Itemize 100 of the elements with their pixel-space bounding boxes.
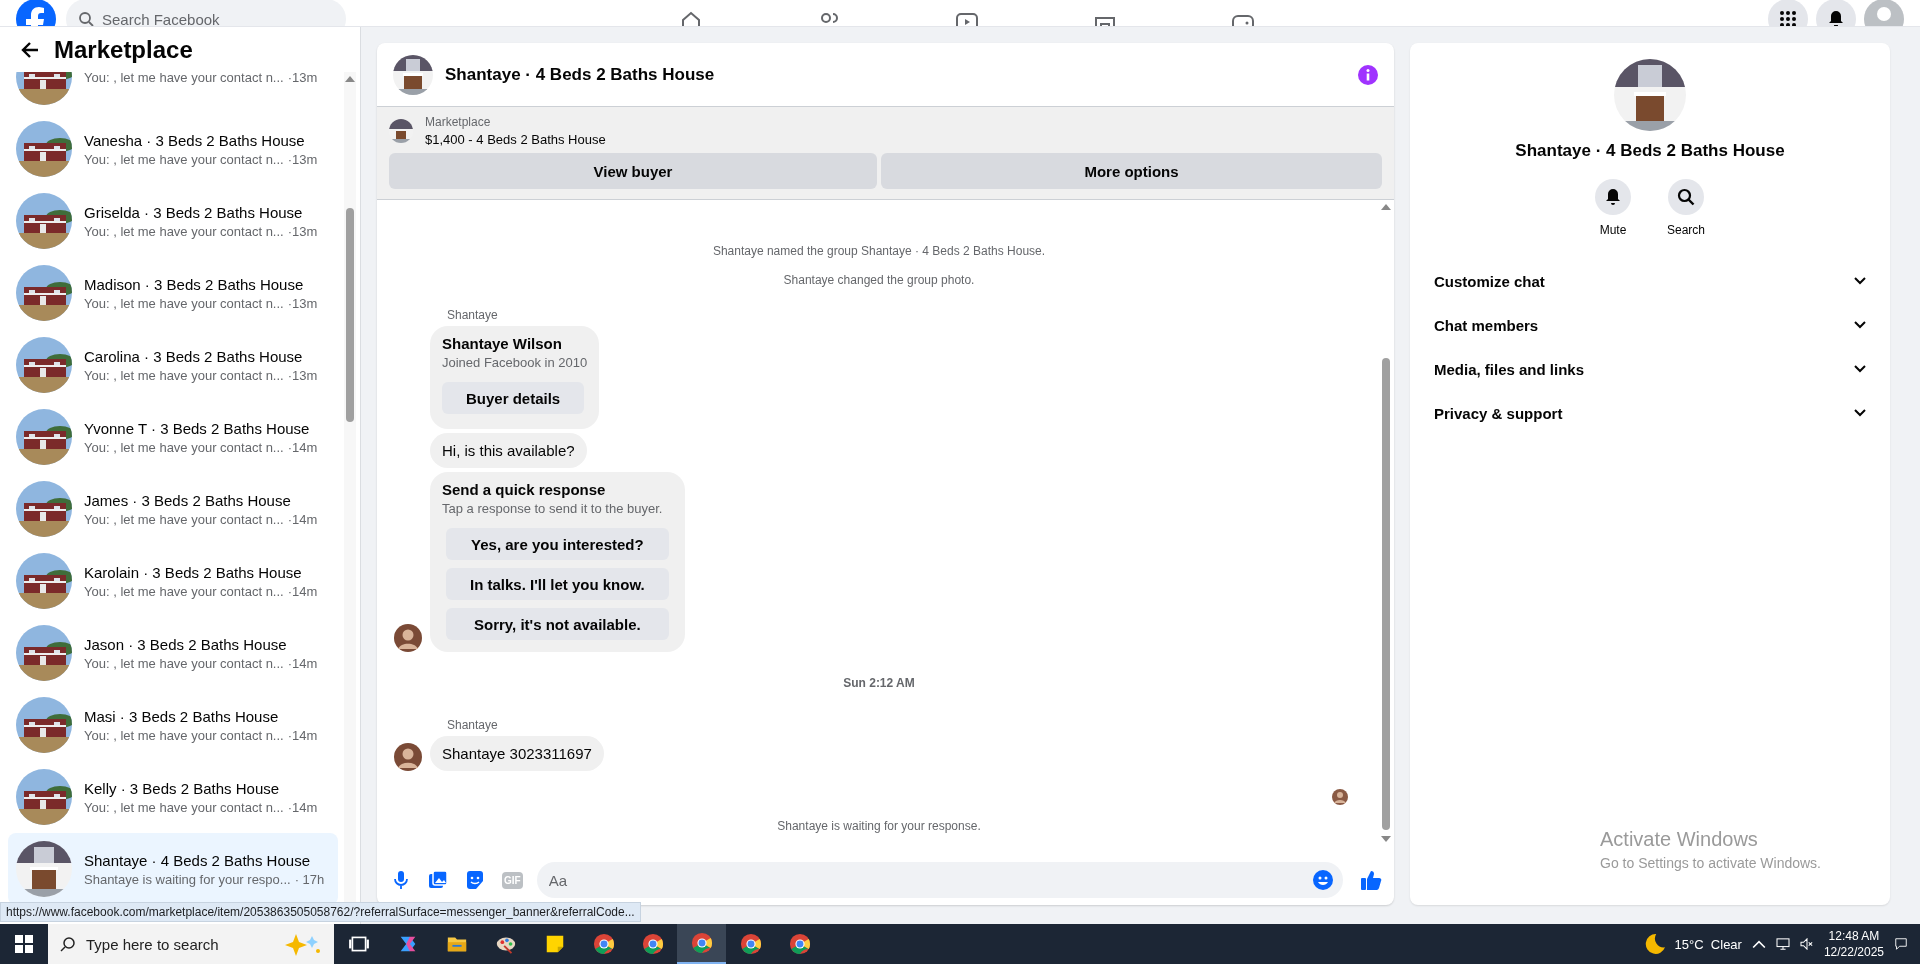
message-preview: You: , let me have your contact n... bbox=[84, 583, 284, 599]
conversation-title: Griselda · 3 Beds 2 Baths House bbox=[84, 203, 304, 221]
conversation-item[interactable]: James · 3 Beds 2 Baths House You: , let me have your contact n... ·14m bbox=[8, 473, 338, 545]
conversation-item[interactable]: Madison · 3 Beds 2 Baths House You: , let me have your contact n... ·13m bbox=[8, 257, 338, 329]
conversation-title: Kelly · 3 Beds 2 Baths House bbox=[84, 779, 281, 797]
sender-name: Shantaye bbox=[446, 718, 499, 732]
scroll-up-icon[interactable] bbox=[1381, 204, 1391, 210]
conversation-title: James · 3 Beds 2 Baths House bbox=[84, 491, 292, 509]
search-button[interactable] bbox=[1668, 179, 1704, 215]
info-icon[interactable] bbox=[1358, 64, 1378, 85]
conversation-item[interactable]: Yvonne T · 3 Beds 2 Baths House You: , let me have your contact n... ·14m bbox=[8, 401, 338, 473]
taskbar-search-field[interactable]: Type here to search bbox=[48, 924, 334, 964]
chrome-icon bbox=[788, 933, 811, 955]
timestamp: ·14m bbox=[287, 439, 318, 455]
system-message: Shantaye named the group Shantaye · 4 Beds 2 Baths House. bbox=[711, 244, 1047, 258]
section-row[interactable]: Media, files and links bbox=[1426, 347, 1874, 391]
avatar[interactable] bbox=[394, 743, 422, 771]
quick-response-button[interactable]: Sorry, it's not available. bbox=[446, 608, 669, 640]
sticker-icon[interactable] bbox=[465, 870, 485, 890]
timestamp: Sun 2:12 AM bbox=[842, 676, 916, 690]
buyer-details-button[interactable]: Buyer details bbox=[442, 382, 585, 414]
windows-start-icon[interactable] bbox=[15, 935, 33, 953]
message-bubble: Shantaye 3023311697 bbox=[430, 736, 604, 771]
bell-icon bbox=[1827, 10, 1845, 26]
conversation-item[interactable]: You: , let me have your contact n... ·13m bbox=[8, 72, 338, 113]
quick-response-button[interactable]: In talks. I'll let you know. bbox=[446, 568, 669, 600]
join-date: Joined Facebook in 2010 bbox=[442, 355, 588, 370]
system-message: Shantaye changed the group photo. bbox=[782, 273, 976, 287]
message-preview: You: , let me have your contact n... bbox=[84, 655, 284, 671]
activation-title: Activate Windows bbox=[1600, 828, 1759, 851]
seen-avatar bbox=[1332, 789, 1348, 805]
network-icon[interactable] bbox=[1775, 938, 1790, 950]
timestamp: ·14m bbox=[287, 799, 318, 815]
conversation-title: Yvonne T · 3 Beds 2 Baths House bbox=[84, 419, 311, 437]
timestamp: ·14m bbox=[287, 511, 318, 527]
chat-title: Shantaye · 4 Beds 2 Baths House bbox=[445, 64, 716, 85]
timestamp: ·14m bbox=[287, 727, 318, 743]
conversation-item[interactable]: Shantaye · 4 Beds 2 Baths House Shantaye is waiting for your respo... · 17h bbox=[8, 833, 338, 905]
activation-text: Go to Settings to activate Windows. bbox=[1600, 855, 1821, 871]
grid-icon bbox=[1779, 10, 1797, 26]
clock-date[interactable]: 12/22/2025 bbox=[1823, 944, 1884, 960]
section-row[interactable]: Customize chat bbox=[1426, 259, 1874, 303]
link-preview-url: https://www.facebook.com/marketplace/item/2053863505058762/?referralSurface=messenger_banner&referralCode... bbox=[0, 902, 641, 922]
section-row[interactable]: Chat members bbox=[1426, 303, 1874, 347]
timestamp: · 17h bbox=[294, 871, 325, 887]
chrome-icon bbox=[739, 933, 762, 955]
section-row[interactable]: Privacy & support bbox=[1426, 391, 1874, 435]
action-label: Mute bbox=[1599, 223, 1627, 237]
weather-text[interactable]: 15°C Clear bbox=[1674, 936, 1742, 952]
conversation-item[interactable]: Karolain · 3 Beds 2 Baths House You: , let me have your contact n... ·14m bbox=[8, 545, 338, 617]
notification-icon[interactable] bbox=[1894, 938, 1908, 950]
message-preview: You: , let me have your contact n... bbox=[84, 367, 284, 383]
conversation-title: Shantaye · 4 Beds 2 Baths House bbox=[84, 851, 311, 869]
section-label: Media, files and links bbox=[1434, 360, 1585, 378]
search-field[interactable]: Search Facebook bbox=[66, 0, 346, 26]
message-bubble: Hi, is this available? bbox=[430, 433, 587, 468]
message-input[interactable]: Aa bbox=[536, 862, 1343, 898]
search-icon bbox=[1677, 188, 1695, 206]
message-preview: You: , let me have your contact n... bbox=[84, 223, 284, 239]
search-icon bbox=[78, 11, 94, 26]
listing-summary: $1,400 - 4 Beds 2 Baths House bbox=[425, 132, 606, 147]
taskbar-app[interactable] bbox=[677, 924, 726, 964]
message-preview: Shantaye is waiting for your respo... bbox=[84, 871, 291, 887]
section-label: Privacy & support bbox=[1434, 404, 1563, 422]
conversation-item[interactable]: Griselda · 3 Beds 2 Baths House You: , let me have your contact n... ·13m bbox=[8, 185, 338, 257]
quick-response-button[interactable]: Yes, are you interested? bbox=[446, 528, 669, 560]
conversation-item[interactable]: Carolina · 3 Beds 2 Baths House You: , let me have your contact n... ·13m bbox=[8, 329, 338, 401]
scroll-down-icon[interactable] bbox=[1381, 836, 1391, 842]
section-label: Chat members bbox=[1434, 316, 1539, 334]
message-preview: You: , let me have your contact n... bbox=[84, 151, 284, 167]
emoji-icon[interactable] bbox=[1313, 870, 1333, 890]
avatar[interactable] bbox=[394, 624, 422, 652]
card-subtitle: Tap a response to send it to the buyer. bbox=[442, 501, 664, 516]
caret-up-icon[interactable] bbox=[1751, 938, 1766, 950]
muted-speaker-icon[interactable] bbox=[1799, 938, 1814, 950]
microphone-icon[interactable] bbox=[391, 870, 411, 890]
mute-button[interactable] bbox=[1595, 179, 1631, 215]
conversation-item[interactable]: Vanesha · 3 Beds 2 Baths House You: , let me have your contact n... ·13m bbox=[8, 113, 338, 185]
view-buyer-button[interactable]: View buyer bbox=[389, 153, 877, 189]
clock-time[interactable]: 12:48 AM bbox=[1828, 928, 1880, 944]
conversation-item[interactable]: Masi · 3 Beds 2 Baths House You: , let me have your contact n... ·14m bbox=[8, 689, 338, 761]
scrollbar-thumb[interactable] bbox=[1382, 358, 1390, 830]
timestamp: ·14m bbox=[287, 583, 318, 599]
page-title: Marketplace bbox=[54, 35, 193, 64]
message-preview: You: , let me have your contact n... bbox=[84, 72, 284, 85]
chat-title: Shantaye · 4 Beds 2 Baths House bbox=[1515, 141, 1785, 161]
message-preview: You: , let me have your contact n... bbox=[84, 439, 284, 455]
conversation-item[interactable]: Jason · 3 Beds 2 Baths House You: , let me have your contact n... ·14m bbox=[8, 617, 338, 689]
back-arrow-icon[interactable] bbox=[20, 39, 40, 60]
card-title: Send a quick response bbox=[442, 481, 607, 498]
thumbs-up-icon[interactable] bbox=[1360, 869, 1382, 891]
chevron-icon bbox=[1854, 409, 1866, 417]
conversation-title: Vanesha · 3 Beds 2 Baths House bbox=[84, 131, 306, 149]
scroll-up-icon[interactable] bbox=[345, 76, 355, 82]
chevron-icon bbox=[1854, 321, 1866, 329]
chevron-icon bbox=[1854, 365, 1866, 373]
scrollbar-thumb[interactable] bbox=[346, 208, 354, 422]
conversation-item[interactable]: Kelly · 3 Beds 2 Baths House You: , let me have your contact n... ·14m bbox=[8, 761, 338, 833]
image-icon[interactable] bbox=[428, 870, 448, 890]
more-options-button[interactable]: More options bbox=[881, 153, 1382, 189]
